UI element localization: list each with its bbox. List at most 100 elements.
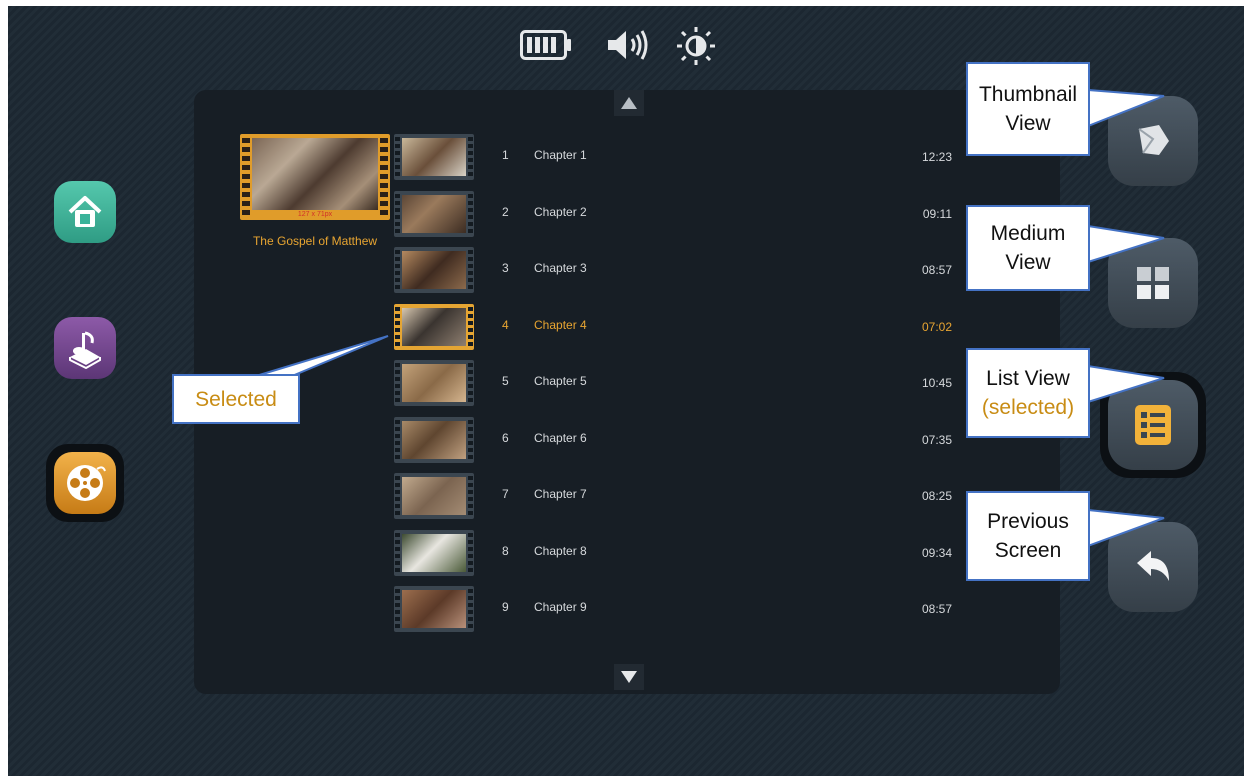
chapter-thumbnail-image	[402, 533, 466, 572]
chapter-number: 7	[502, 487, 509, 501]
chapter-duration: 09:11	[922, 206, 952, 221]
chapter-number: 2	[502, 204, 509, 219]
chapter-thumbnail-image	[402, 194, 466, 233]
home-icon	[68, 196, 102, 227]
list-view-button[interactable]	[1108, 380, 1198, 470]
film-sprocket	[395, 193, 400, 234]
callout-medium-view: Medium View	[966, 205, 1090, 291]
scroll-down-button[interactable]	[614, 664, 644, 690]
cover-image	[252, 138, 378, 210]
callout-text: Thumbnail	[978, 83, 1078, 106]
film-sprocket	[468, 532, 473, 573]
chapter-thumbnail-image	[402, 251, 466, 289]
previous-screen-button[interactable]	[1108, 522, 1198, 612]
chapter-thumbnail[interactable]	[394, 416, 474, 463]
video-title: The Gospel of Matthew	[252, 234, 378, 248]
chapter-thumbnail[interactable]	[394, 529, 474, 576]
film-reel-icon	[67, 465, 106, 501]
film-reel-button[interactable]	[54, 452, 116, 514]
video-cover[interactable]: 127 x 71px	[240, 134, 390, 220]
chapter-thumbnail-image	[402, 364, 466, 402]
chapter-row[interactable]: 1 Chapter 1 12:23	[394, 134, 954, 184]
chapter-thumbnail[interactable]	[394, 360, 474, 406]
callout-text: Screen	[994, 539, 1062, 562]
chapter-title: Chapter 2	[534, 204, 587, 219]
thumbnail-view-button[interactable]	[1108, 96, 1198, 186]
chapter-title: Chapter 5	[534, 374, 587, 388]
chapter-thumbnail[interactable]	[394, 473, 474, 519]
medium-view-icon	[1137, 267, 1169, 299]
film-sprocket	[468, 363, 473, 403]
chapter-thumbnail[interactable]	[394, 303, 474, 350]
speaker-icon[interactable]	[606, 28, 652, 62]
chapter-duration: 07:35	[921, 432, 952, 447]
callout-selected: Selected	[172, 374, 300, 424]
chapter-title: Chapter 3	[534, 261, 587, 275]
chapter-thumbnail-image	[402, 477, 466, 515]
music-book-button[interactable]	[54, 317, 116, 379]
callout-text: Medium	[990, 222, 1066, 245]
chapter-thumbnail-image	[402, 307, 466, 346]
film-sprocket	[380, 138, 388, 216]
music-book-icon	[69, 331, 101, 369]
callout-text: List View	[986, 367, 1070, 390]
chapter-number: 1	[502, 148, 509, 162]
chapter-row[interactable]: 7 Chapter 7 08:25	[394, 473, 954, 523]
medium-view-button[interactable]	[1108, 238, 1198, 328]
chapter-number: 5	[502, 374, 509, 388]
chapter-row[interactable]: 9 Chapter 9 08:57	[394, 586, 954, 636]
chapter-thumbnail[interactable]	[394, 190, 474, 237]
chapter-number: 9	[502, 600, 509, 614]
chapter-row[interactable]: 8 Chapter 8 09:34	[394, 529, 954, 580]
brightness-icon[interactable]	[676, 26, 716, 66]
film-sprocket	[395, 532, 400, 573]
chapter-row[interactable]: 3 Chapter 3 08:57	[394, 247, 954, 297]
callout-previous-screen: Previous Screen	[966, 491, 1090, 581]
triangle-down-icon	[621, 671, 637, 683]
chapter-row[interactable]: 2 Chapter 2 09:11	[394, 190, 954, 241]
chapter-row[interactable]: 5 Chapter 5 10:45	[394, 360, 954, 410]
chapter-number: 6	[502, 430, 509, 445]
chapter-row[interactable]: 4 Chapter 4 07:02	[394, 303, 954, 354]
back-arrow-icon	[1137, 551, 1169, 581]
film-sprocket	[395, 306, 400, 347]
callout-text: View	[1005, 251, 1051, 274]
chapter-duration: 08:57	[921, 602, 952, 616]
chapter-title: Chapter 1	[534, 148, 587, 162]
film-sprocket	[395, 419, 400, 460]
chapter-duration: 12:23	[921, 150, 952, 164]
film-sprocket	[468, 589, 473, 629]
chapter-thumbnail-image	[402, 138, 466, 176]
chapter-duration: 09:34	[921, 545, 952, 560]
chapter-title: Chapter 6	[534, 430, 587, 445]
status-bar	[8, 24, 1244, 66]
callout-text: View	[1005, 112, 1051, 135]
chapter-thumbnail-image	[402, 590, 466, 628]
film-sprocket	[468, 250, 473, 290]
chapter-number: 8	[502, 543, 509, 558]
film-sprocket	[395, 363, 400, 403]
scroll-up-button[interactable]	[614, 90, 644, 116]
film-sprocket	[395, 476, 400, 516]
chapter-thumbnail[interactable]	[394, 247, 474, 293]
battery-icon[interactable]	[520, 30, 572, 60]
chapter-title: Chapter 8	[534, 543, 587, 558]
triangle-up-icon	[621, 97, 637, 109]
callout-text: Selected	[195, 387, 277, 411]
chapter-row[interactable]: 6 Chapter 6 07:35	[394, 416, 954, 467]
home-button[interactable]	[54, 181, 116, 243]
callout-thumbnail-view: Thumbnail View	[966, 62, 1090, 156]
chapter-title: Chapter 9	[534, 600, 587, 614]
film-sprocket	[468, 306, 473, 347]
chapter-thumbnail[interactable]	[394, 586, 474, 632]
film-sprocket	[468, 476, 473, 516]
chapter-title: Chapter 4	[534, 317, 587, 332]
chapter-title: Chapter 7	[534, 487, 587, 501]
film-sprocket	[395, 589, 400, 629]
chapter-number: 3	[502, 261, 509, 275]
film-sprocket	[242, 138, 250, 216]
film-sprocket	[395, 250, 400, 290]
callout-text: Previous	[987, 510, 1069, 533]
chapter-thumbnail[interactable]	[394, 134, 474, 180]
chapter-duration: 07:02	[921, 319, 952, 334]
